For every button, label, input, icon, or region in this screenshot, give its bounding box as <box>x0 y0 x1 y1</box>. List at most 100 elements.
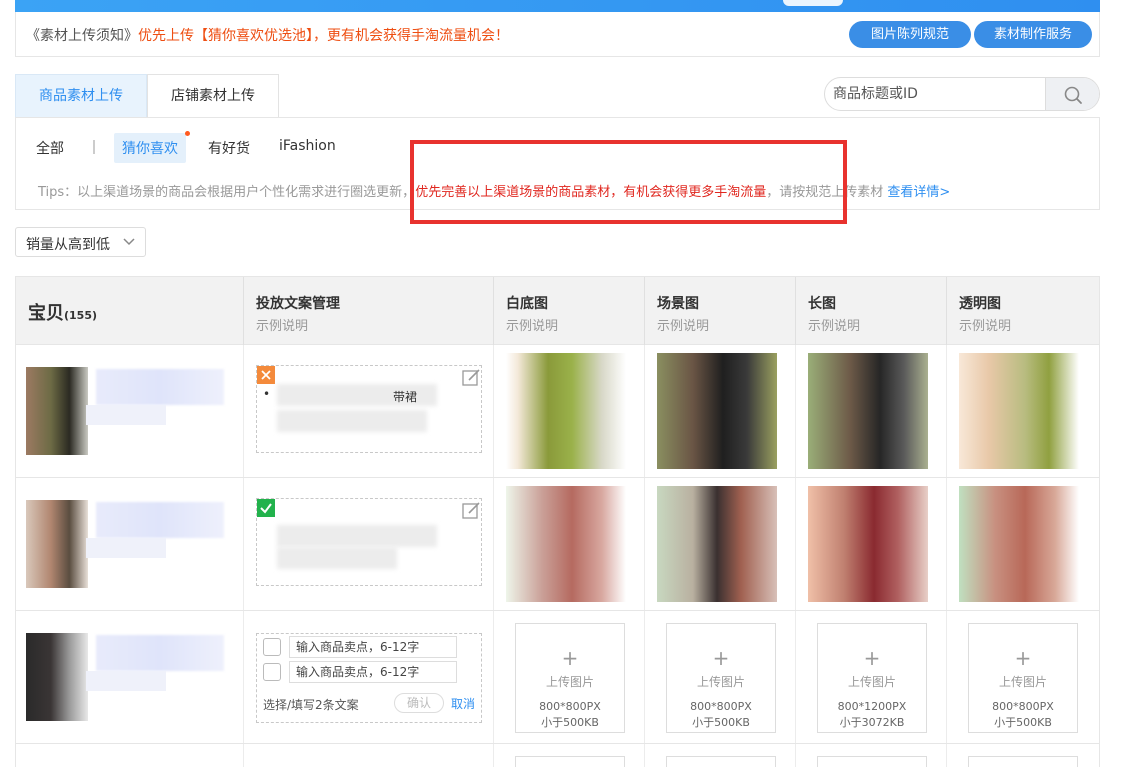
col-white-bg: 白底图 示例说明 <box>494 277 645 345</box>
upload-image-button[interactable] <box>968 756 1078 767</box>
transparent-image[interactable] <box>959 353 1079 469</box>
upload-label: 上传图片 <box>847 675 896 689</box>
col-example-link[interactable]: 示例说明 <box>657 315 709 334</box>
scene-image[interactable] <box>657 486 777 602</box>
col-transparent: 透明图 示例说明 <box>947 277 1099 345</box>
col-item: 宝贝(155) <box>16 277 244 345</box>
transparent-cell: + 上传图片 800*800PX 小于500KB <box>947 611 1099 743</box>
white-bg-cell <box>494 345 645 477</box>
transparent-cell <box>947 744 1099 767</box>
upload-size: 800*800PX <box>690 700 752 713</box>
search-icon <box>1064 86 1082 104</box>
upload-image-button[interactable] <box>817 756 927 767</box>
scene-image[interactable] <box>657 353 777 469</box>
transparent-cell <box>947 345 1099 477</box>
search-button[interactable] <box>1045 78 1099 110</box>
edit-icon[interactable] <box>461 501 481 521</box>
notice-prefix[interactable]: 《素材上传须知》 <box>26 28 138 44</box>
upload-image-button[interactable]: + 上传图片 800*800PX 小于500KB <box>515 623 625 733</box>
approved-icon <box>257 499 275 517</box>
col-title: 场景图 <box>657 296 699 312</box>
new-dot-badge <box>185 131 190 136</box>
col-example-link[interactable]: 示例说明 <box>959 315 1011 334</box>
upload-size: 800*1200PX <box>837 700 907 713</box>
item-cell <box>16 744 244 767</box>
selling-point-input[interactable]: 输入商品卖点，6-12字 <box>289 636 457 658</box>
upload-image-button[interactable]: + 上传图片 800*1200PX 小于3072KB <box>817 623 927 733</box>
item-title-blurred[interactable] <box>96 369 224 405</box>
selling-point-input[interactable]: 输入商品卖点，6-12字 <box>289 661 457 683</box>
cancel-link[interactable]: 取消 <box>451 695 475 712</box>
filter-guess-you-like[interactable]: 猜你喜欢 <box>114 131 190 163</box>
copy-line-blurred <box>277 525 437 547</box>
item-title-blurred[interactable] <box>96 635 224 671</box>
copy-input-form: 输入商品卖点，6-12字 输入商品卖点，6-12字 选择/填写2条文案 确认 取… <box>256 633 482 723</box>
upload-limit: 小于500KB <box>541 716 599 729</box>
banner-pill <box>783 0 843 6</box>
upload-image-button[interactable]: + 上传图片 800*800PX 小于500KB <box>968 623 1078 733</box>
col-item-title: 宝贝(155) <box>28 299 97 325</box>
rejected-icon <box>257 366 275 384</box>
tab-goods-material[interactable]: 商品素材上传 <box>15 74 147 118</box>
plus-icon: + <box>863 646 881 670</box>
annotation-highlight-box <box>410 140 847 224</box>
upload-limit: 小于500KB <box>692 716 750 729</box>
search-box <box>824 77 1100 111</box>
upload-label: 上传图片 <box>696 675 745 689</box>
tips-detail-link[interactable]: 查看详情> <box>887 185 950 200</box>
col-example-link[interactable]: 示例说明 <box>808 315 860 334</box>
long-image[interactable] <box>808 353 928 469</box>
item-id-blurred <box>86 405 166 425</box>
long-image[interactable] <box>808 486 928 602</box>
item-thumbnail[interactable] <box>26 500 88 588</box>
copy-line-blurred <box>277 410 427 432</box>
item-id-blurred <box>86 671 166 691</box>
white-bg-image[interactable] <box>506 486 626 602</box>
tab-shop-material[interactable]: 店铺素材上传 <box>147 74 279 118</box>
copy-checkbox[interactable] <box>263 638 281 656</box>
upload-limit: 小于3072KB <box>839 716 905 729</box>
upload-image-button[interactable] <box>666 756 776 767</box>
col-title: 投放文案管理 <box>256 296 340 312</box>
copy-text: 带裙 <box>393 390 418 404</box>
col-example-link[interactable]: 示例说明 <box>506 315 558 334</box>
upload-image-button[interactable]: + 上传图片 800*800PX 小于500KB <box>666 623 776 733</box>
copy-line-blurred <box>277 547 397 569</box>
item-cell <box>16 611 244 743</box>
long-image-cell <box>796 478 947 610</box>
copy-cell <box>244 478 494 610</box>
upload-notice-bar: 《素材上传须知》优先上传【猜你喜欢优选池】，更有机会获得手淘流量机会！ 图片陈列… <box>15 12 1100 57</box>
filter-ifashion[interactable]: iFashion <box>279 138 336 154</box>
col-long: 长图 示例说明 <box>796 277 947 345</box>
copy-cell <box>244 744 494 767</box>
filter-guess-label: 猜你喜欢 <box>122 141 178 157</box>
filter-all[interactable]: 全部 <box>36 138 64 158</box>
material-service-button[interactable]: 素材制作服务 <box>974 21 1092 48</box>
transparent-cell <box>947 478 1099 610</box>
item-id-blurred <box>86 538 166 558</box>
image-display-spec-button[interactable]: 图片陈列规范 <box>849 21 971 48</box>
white-bg-image[interactable] <box>506 353 626 469</box>
item-title-blurred[interactable] <box>96 502 224 538</box>
transparent-image[interactable] <box>959 486 1079 602</box>
item-thumbnail[interactable] <box>26 367 88 455</box>
sort-select[interactable]: 销量从高到低 <box>15 227 146 257</box>
filter-good-goods[interactable]: 有好货 <box>208 138 250 158</box>
upload-label: 上传图片 <box>545 675 594 689</box>
sort-label: 销量从高到低 <box>26 237 110 253</box>
search-input[interactable] <box>833 84 1043 104</box>
copy-cell: • 带裙 <box>244 345 494 477</box>
copy-hint: 选择/填写2条文案 <box>263 698 359 712</box>
col-title: 长图 <box>808 296 836 312</box>
col-example-link[interactable]: 示例说明 <box>256 315 308 334</box>
plus-icon: + <box>712 646 730 670</box>
upload-image-button[interactable] <box>515 756 625 767</box>
plus-icon: + <box>561 646 579 670</box>
edit-icon[interactable] <box>461 368 481 388</box>
item-cell <box>16 345 244 477</box>
confirm-button[interactable]: 确认 <box>394 693 444 713</box>
table-header: 宝贝(155) 投放文案管理 示例说明 白底图 示例说明 场景图 示例说明 长图… <box>16 277 1099 345</box>
copy-checkbox[interactable] <box>263 663 281 681</box>
item-thumbnail[interactable] <box>26 633 88 721</box>
filter-divider <box>93 140 95 154</box>
